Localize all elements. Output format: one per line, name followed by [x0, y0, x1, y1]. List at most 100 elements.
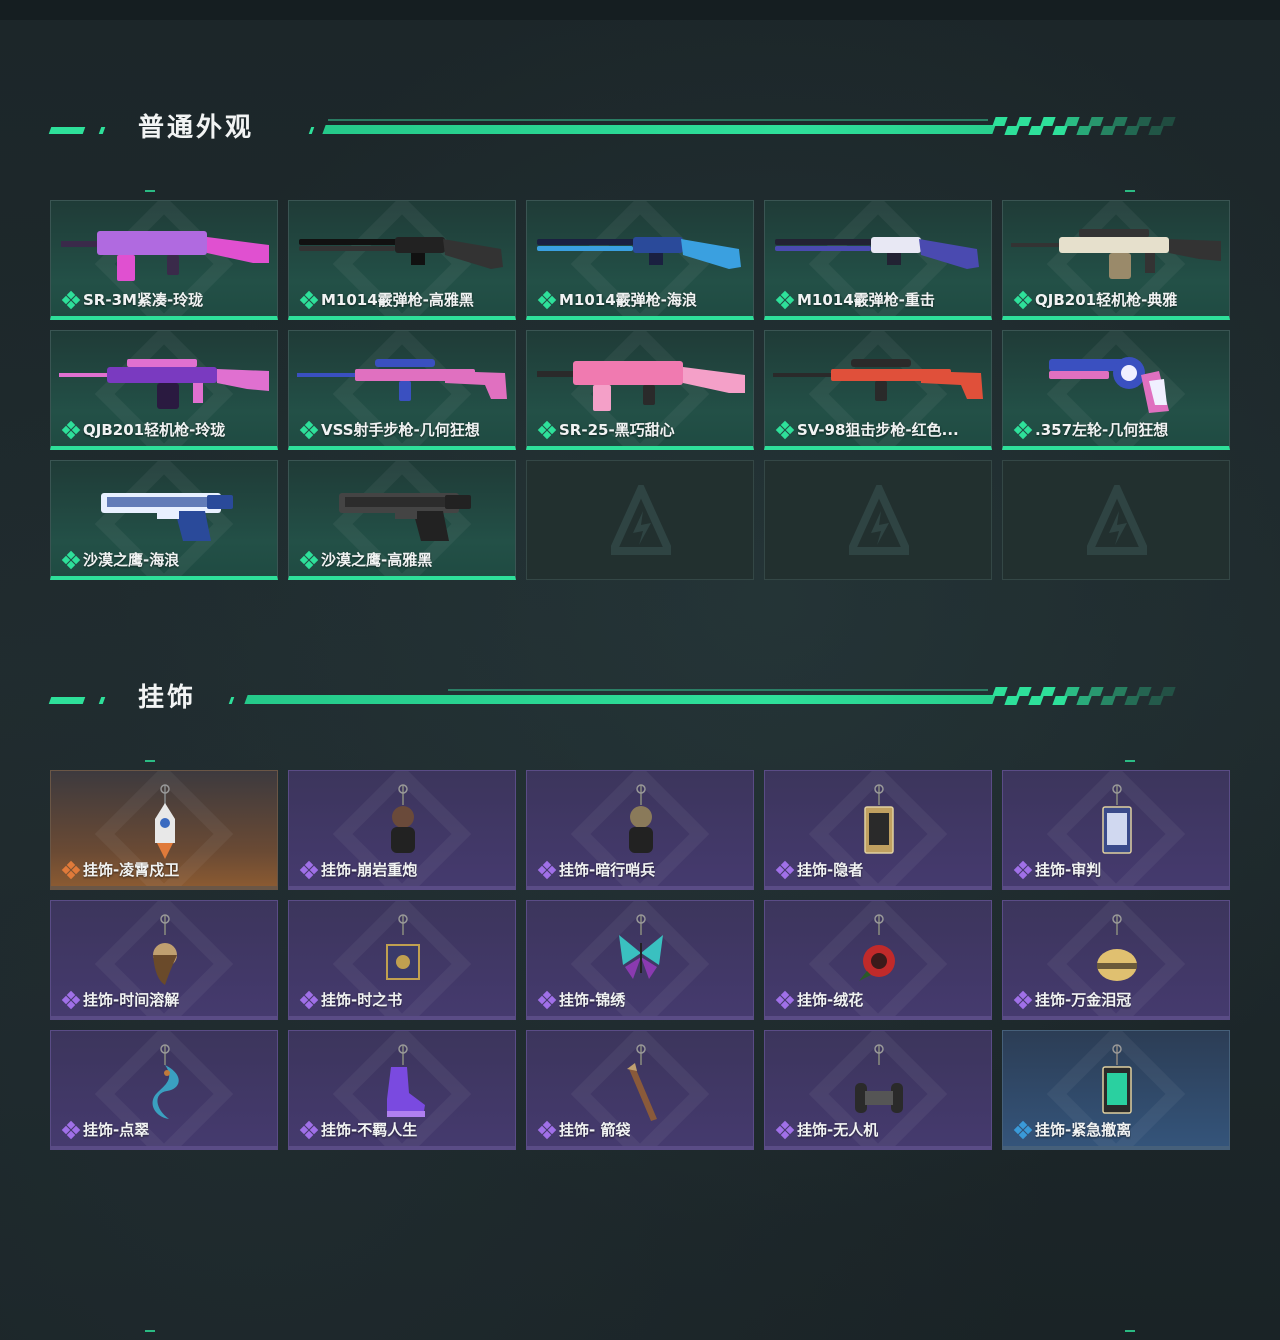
item-name: .357左轮-几何狂想 [1035, 421, 1169, 439]
rarity-diamond-icon [61, 1120, 81, 1140]
charm-card[interactable]: 挂饰-不羁人生 [288, 1030, 516, 1150]
shotgun-icon [775, 237, 979, 269]
page: 普通外观 SR-3M紧凑-玲珑 M1014霰弹枪-高雅黑 M1014霰弹枪-海浪 [0, 0, 1280, 1340]
top-bar [0, 0, 1280, 20]
header-dash [48, 697, 86, 704]
weapon-skin-card[interactable]: M1014霰弹枪-高雅黑 [288, 200, 516, 320]
section-title: 挂饰 [138, 683, 197, 713]
charm-card[interactable]: 挂饰-凌霄戍卫 [50, 770, 278, 890]
charm-grid: 挂饰-凌霄戍卫 挂饰-崩岩重炮 挂饰-暗行哨兵 挂饰-隐者 挂饰-审判 挂饰-时… [50, 770, 1230, 1150]
charm-card[interactable]: 挂饰-绒花 [764, 900, 992, 1020]
placeholder-logo-icon [849, 485, 909, 555]
charm-card[interactable]: 挂饰-紧急撤离 [1002, 1030, 1230, 1150]
charm-card[interactable]: 挂饰-无人机 [764, 1030, 992, 1150]
header-checker-pattern [992, 687, 1194, 705]
rarity-diamond-icon [1013, 860, 1033, 880]
corner-tick [145, 760, 155, 762]
item-name: SR-25-黑巧甜心 [559, 421, 675, 439]
figure-charm-icon [629, 784, 653, 853]
header-checker-pattern [992, 117, 1194, 135]
rarity-diamond-icon [299, 550, 319, 570]
charm-card[interactable]: 挂饰-时之书 [288, 900, 516, 1020]
corner-tick [1125, 1330, 1135, 1332]
item-name: M1014霰弹枪-重击 [797, 291, 935, 309]
weapon-skin-card[interactable]: SV-98狙击步枪-红色... [764, 330, 992, 450]
header-dash [98, 127, 106, 134]
item-name: VSS射手步枪-几何狂想 [321, 421, 480, 439]
weapon-skin-card[interactable]: M1014霰弹枪-海浪 [526, 200, 754, 320]
weapon-skin-card[interactable]: QJB201轻机枪-典雅 [1002, 200, 1230, 320]
item-name: 沙漠之鹰-高雅黑 [321, 551, 433, 569]
item-name: 挂饰- 箭袋 [559, 1121, 631, 1139]
charm-card[interactable]: 挂饰-暗行哨兵 [526, 770, 754, 890]
rarity-diamond-icon [537, 290, 557, 310]
header-line [322, 125, 996, 134]
rarity-diamond-icon [299, 420, 319, 440]
tarot-card-charm-icon [1102, 784, 1132, 854]
evac-tag-charm-icon [1102, 1044, 1132, 1114]
pistol-icon [339, 493, 471, 541]
butterfly-charm-icon [619, 914, 663, 979]
charm-card[interactable]: 挂饰-锦绣 [526, 900, 754, 1020]
weapon-skin-card[interactable]: SR-25-黑巧甜心 [526, 330, 754, 450]
corner-tick [1125, 760, 1135, 762]
weapon-skin-card[interactable]: 沙漠之鹰-海浪 [50, 460, 278, 580]
corner-tick [145, 190, 155, 192]
sneaker-charm-icon [387, 1044, 425, 1117]
rifle-icon [537, 361, 745, 411]
item-name: SR-3M紧凑-玲珑 [83, 291, 204, 309]
section-header-charms: 挂饰 [48, 678, 1238, 718]
weapon-skin-card[interactable]: 沙漠之鹰-高雅黑 [288, 460, 516, 580]
item-name: QJB201轻机枪-典雅 [1035, 291, 1178, 309]
rarity-diamond-icon [1013, 1120, 1033, 1140]
charm-card[interactable]: 挂饰-崩岩重炮 [288, 770, 516, 890]
header-dash [308, 127, 315, 134]
item-name: M1014霰弹枪-高雅黑 [321, 291, 474, 309]
charm-card[interactable]: 挂饰-点翠 [50, 1030, 278, 1150]
rifle-icon [61, 231, 269, 281]
header-thin-line [448, 689, 988, 691]
placeholder-logo-icon [611, 485, 671, 555]
charm-card[interactable]: 挂饰-时间溶解 [50, 900, 278, 1020]
charm-card[interactable]: 挂饰-万金泪冠 [1002, 900, 1230, 1020]
charm-card[interactable]: 挂饰- 箭袋 [526, 1030, 754, 1150]
item-name: 挂饰-不羁人生 [321, 1121, 418, 1139]
rarity-diamond-icon [775, 860, 795, 880]
section-title: 普通外观 [138, 113, 255, 143]
rarity-diamond-icon [775, 1120, 795, 1140]
item-name: 挂饰-审判 [1035, 861, 1102, 879]
rarity-diamond-icon [537, 860, 557, 880]
rarity-diamond-icon [61, 990, 81, 1010]
weapon-skin-card[interactable]: .357左轮-几何狂想 [1002, 330, 1230, 450]
item-name: 挂饰-绒花 [797, 991, 864, 1009]
rarity-diamond-icon [537, 990, 557, 1010]
item-name: 挂饰-锦绣 [559, 991, 626, 1009]
rarity-diamond-icon [1013, 290, 1033, 310]
rarity-diamond-icon [775, 420, 795, 440]
rarity-diamond-icon [299, 1120, 319, 1140]
rarity-diamond-icon [537, 420, 557, 440]
empty-slot [526, 460, 754, 580]
weapon-skin-card[interactable]: M1014霰弹枪-重击 [764, 200, 992, 320]
sniper-icon [773, 359, 983, 401]
charm-card[interactable]: 挂饰-审判 [1002, 770, 1230, 890]
item-name: M1014霰弹枪-海浪 [559, 291, 697, 309]
crown-charm-icon [1097, 914, 1137, 981]
weapon-skin-card[interactable]: QJB201轻机枪-玲珑 [50, 330, 278, 450]
weapon-skin-card[interactable]: SR-3M紧凑-玲珑 [50, 200, 278, 320]
charm-card[interactable]: 挂饰-隐者 [764, 770, 992, 890]
book-charm-icon [386, 914, 420, 980]
weapon-skin-card[interactable]: VSS射手步枪-几何狂想 [288, 330, 516, 450]
item-name: 挂饰-点翠 [83, 1121, 150, 1139]
melting-clock-charm-icon [153, 914, 177, 985]
phoenix-charm-icon [152, 1044, 179, 1119]
header-dash [48, 127, 86, 134]
item-name: QJB201轻机枪-玲珑 [83, 421, 226, 439]
item-name: 挂饰-暗行哨兵 [559, 861, 656, 879]
shotgun-icon [299, 237, 503, 269]
item-name: 挂饰-隐者 [797, 861, 864, 879]
rarity-diamond-icon [61, 290, 81, 310]
item-name: 挂饰-时间溶解 [83, 991, 180, 1009]
rarity-diamond-icon [1013, 420, 1033, 440]
item-name: SV-98狙击步枪-红色... [797, 421, 959, 439]
